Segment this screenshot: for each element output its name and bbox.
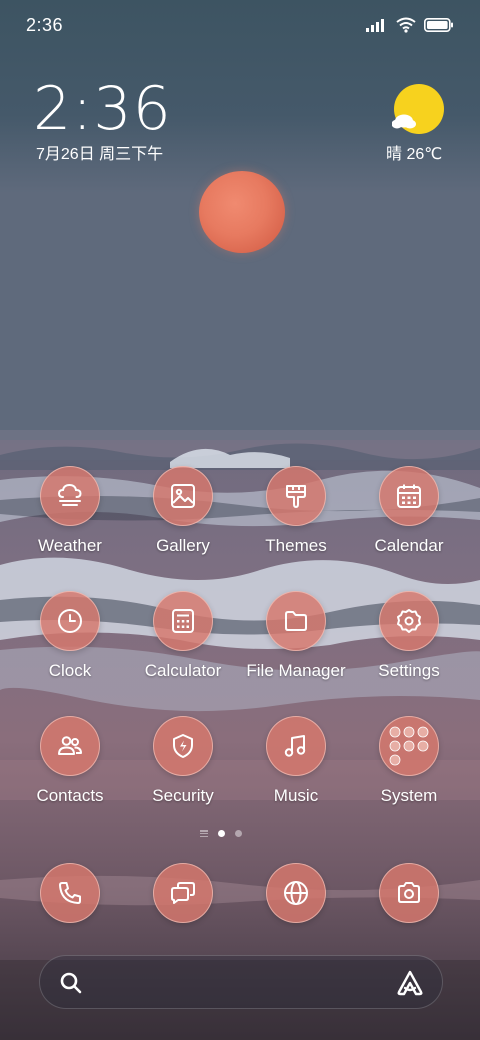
moon bbox=[199, 171, 285, 253]
app-label: Security bbox=[152, 786, 214, 805]
app-label: Weather bbox=[38, 536, 102, 555]
contacts-icon[interactable] bbox=[40, 716, 100, 776]
dock-phone[interactable] bbox=[20, 863, 120, 923]
folder-grid-icon[interactable] bbox=[379, 716, 439, 776]
app-music[interactable]: Music bbox=[246, 716, 346, 806]
app-themes[interactable]: Themes bbox=[246, 466, 346, 556]
message-icon[interactable] bbox=[153, 863, 213, 923]
app-gallery[interactable]: Gallery bbox=[133, 466, 233, 556]
app-label: Calculator bbox=[144, 661, 222, 680]
calendar-icon[interactable] bbox=[379, 466, 439, 526]
page-dot bbox=[235, 830, 242, 837]
app-weather[interactable]: Weather bbox=[20, 466, 120, 556]
gear-icon[interactable] bbox=[379, 591, 439, 651]
clock-widget-date: 7月26日 周三下午 bbox=[36, 146, 164, 163]
feed-page-indicator-icon bbox=[200, 830, 208, 837]
dock-browser[interactable] bbox=[246, 863, 346, 923]
app-label: File Manager bbox=[246, 661, 346, 680]
dock-messages[interactable] bbox=[133, 863, 233, 923]
app-system-folder[interactable]: System bbox=[359, 716, 459, 806]
wifi-icon bbox=[396, 17, 416, 33]
app-settings[interactable]: Settings bbox=[359, 591, 459, 681]
camera-icon[interactable] bbox=[379, 863, 439, 923]
app-file-manager[interactable]: File Manager bbox=[246, 591, 346, 681]
gallery-icon[interactable] bbox=[153, 466, 213, 526]
page-indicator[interactable] bbox=[200, 830, 242, 837]
app-label: System bbox=[380, 786, 438, 805]
app-label: Calendar bbox=[374, 536, 444, 555]
search-bar[interactable] bbox=[39, 955, 443, 1009]
shield-icon[interactable] bbox=[153, 716, 213, 776]
app-security[interactable]: Security bbox=[133, 716, 233, 806]
sunny-partly-cloudy-icon[interactable] bbox=[391, 84, 446, 141]
app-calendar[interactable]: Calendar bbox=[359, 466, 459, 556]
themes-icon[interactable] bbox=[266, 466, 326, 526]
app-label: Contacts bbox=[36, 786, 104, 805]
clock-widget-time[interactable]: 2:36 bbox=[33, 76, 172, 142]
assistant-icon[interactable] bbox=[396, 969, 424, 1002]
app-label: Clock bbox=[48, 661, 92, 680]
app-label: Gallery bbox=[156, 536, 210, 555]
page-dot-active bbox=[218, 830, 225, 837]
app-label: Music bbox=[273, 786, 319, 805]
app-clock[interactable]: Clock bbox=[20, 591, 120, 681]
phone-icon[interactable] bbox=[40, 863, 100, 923]
app-contacts[interactable]: Contacts bbox=[20, 716, 120, 806]
folder-icon[interactable] bbox=[266, 591, 326, 651]
app-calculator[interactable]: Calculator bbox=[133, 591, 233, 681]
music-note-icon[interactable] bbox=[266, 716, 326, 776]
search-icon[interactable] bbox=[58, 970, 84, 1001]
calculator-icon[interactable] bbox=[153, 591, 213, 651]
status-bar-icons bbox=[366, 14, 454, 36]
weather-widget-text: 晴 26℃ bbox=[386, 146, 443, 163]
weather-icon[interactable] bbox=[40, 466, 100, 526]
signal-icon bbox=[366, 19, 384, 32]
battery-icon bbox=[424, 18, 453, 32]
app-label: Themes bbox=[265, 536, 327, 555]
app-label: Settings bbox=[378, 661, 440, 680]
clock-icon[interactable] bbox=[40, 591, 100, 651]
globe-icon[interactable] bbox=[266, 863, 326, 923]
dock-camera[interactable] bbox=[359, 863, 459, 923]
status-bar-time: 2:36 bbox=[26, 15, 64, 35]
